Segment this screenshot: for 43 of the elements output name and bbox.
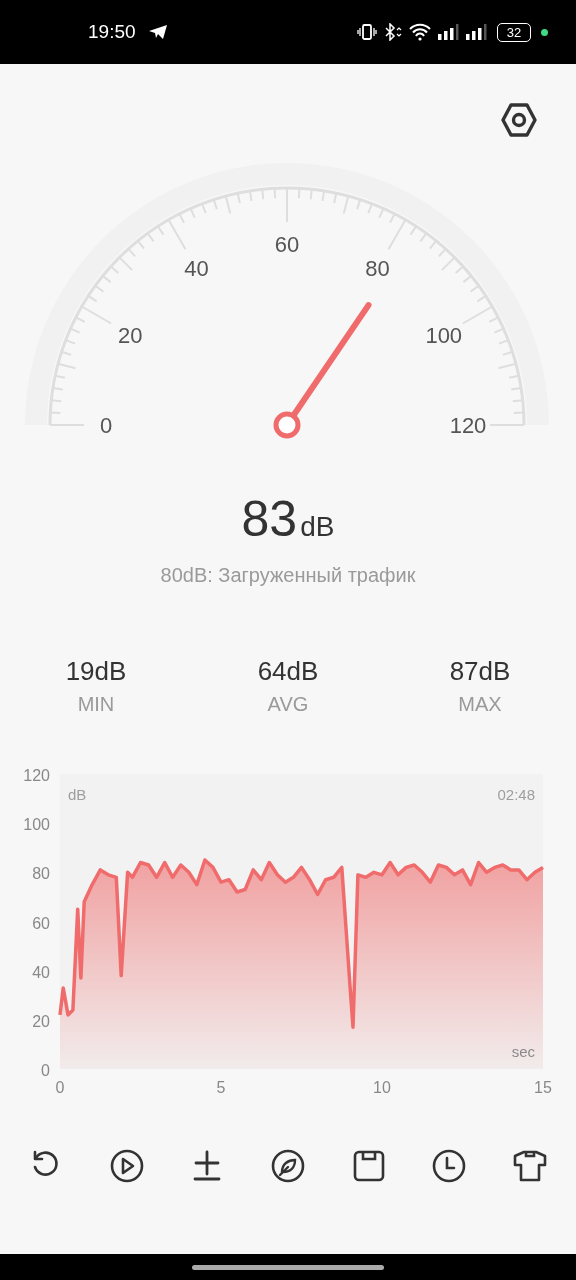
- noise-description: 80dB: Загруженный трафик: [160, 563, 416, 588]
- x-axis-label: 10: [373, 1079, 391, 1096]
- bluetooth-icon: [383, 23, 403, 41]
- gauge-label: 40: [184, 256, 209, 282]
- gauge-label: 100: [425, 322, 463, 348]
- signal-icon: [437, 23, 459, 41]
- shirt-icon[interactable]: [511, 1148, 548, 1184]
- stat-label: MAX: [458, 694, 502, 714]
- settings-icon[interactable]: [501, 102, 537, 138]
- axis-unit-label: sec: [511, 1043, 535, 1060]
- sound-level-value: 83: [241, 494, 298, 544]
- stat-value: 87dB: [449, 658, 511, 684]
- gesture-handle[interactable]: [192, 1264, 384, 1270]
- stat-value: 19dB: [65, 658, 127, 684]
- play-icon[interactable]: [108, 1148, 145, 1184]
- vibrate-icon: [357, 23, 377, 41]
- y-axis-label: 100: [23, 816, 50, 834]
- sound-level-unit: dB: [300, 513, 335, 541]
- y-axis-label: 0: [41, 1062, 50, 1079]
- history-icon[interactable]: [431, 1148, 468, 1184]
- y-axis-label: 60: [32, 914, 50, 932]
- signal-icon: [465, 23, 487, 41]
- y-axis-label: 120: [23, 767, 50, 784]
- x-axis-label: 5: [216, 1079, 226, 1096]
- clock: 19:50: [88, 19, 136, 44]
- stat-value: 64dB: [257, 658, 319, 684]
- wifi-icon: [409, 23, 431, 41]
- gauge-label: 120: [449, 413, 487, 438]
- battery-indicator: 32: [497, 22, 531, 42]
- gauge-label: 20: [118, 322, 143, 348]
- y-axis-label: 40: [32, 963, 50, 981]
- leaf-icon[interactable]: [270, 1148, 306, 1184]
- x-axis-label: 15: [534, 1079, 552, 1096]
- y-axis-label: 80: [32, 865, 50, 883]
- y-axis-label: 20: [32, 1012, 50, 1030]
- stat-label: MIN: [77, 694, 115, 714]
- elapsed-time: 02:48: [497, 786, 535, 803]
- gauge-label: 80: [365, 256, 390, 282]
- gauge-label: 0: [99, 413, 113, 438]
- unit-label: dB: [68, 786, 87, 803]
- x-axis-label: 0: [55, 1079, 65, 1096]
- gauge-label: 60: [274, 232, 300, 257]
- stat-label: AVG: [267, 694, 309, 714]
